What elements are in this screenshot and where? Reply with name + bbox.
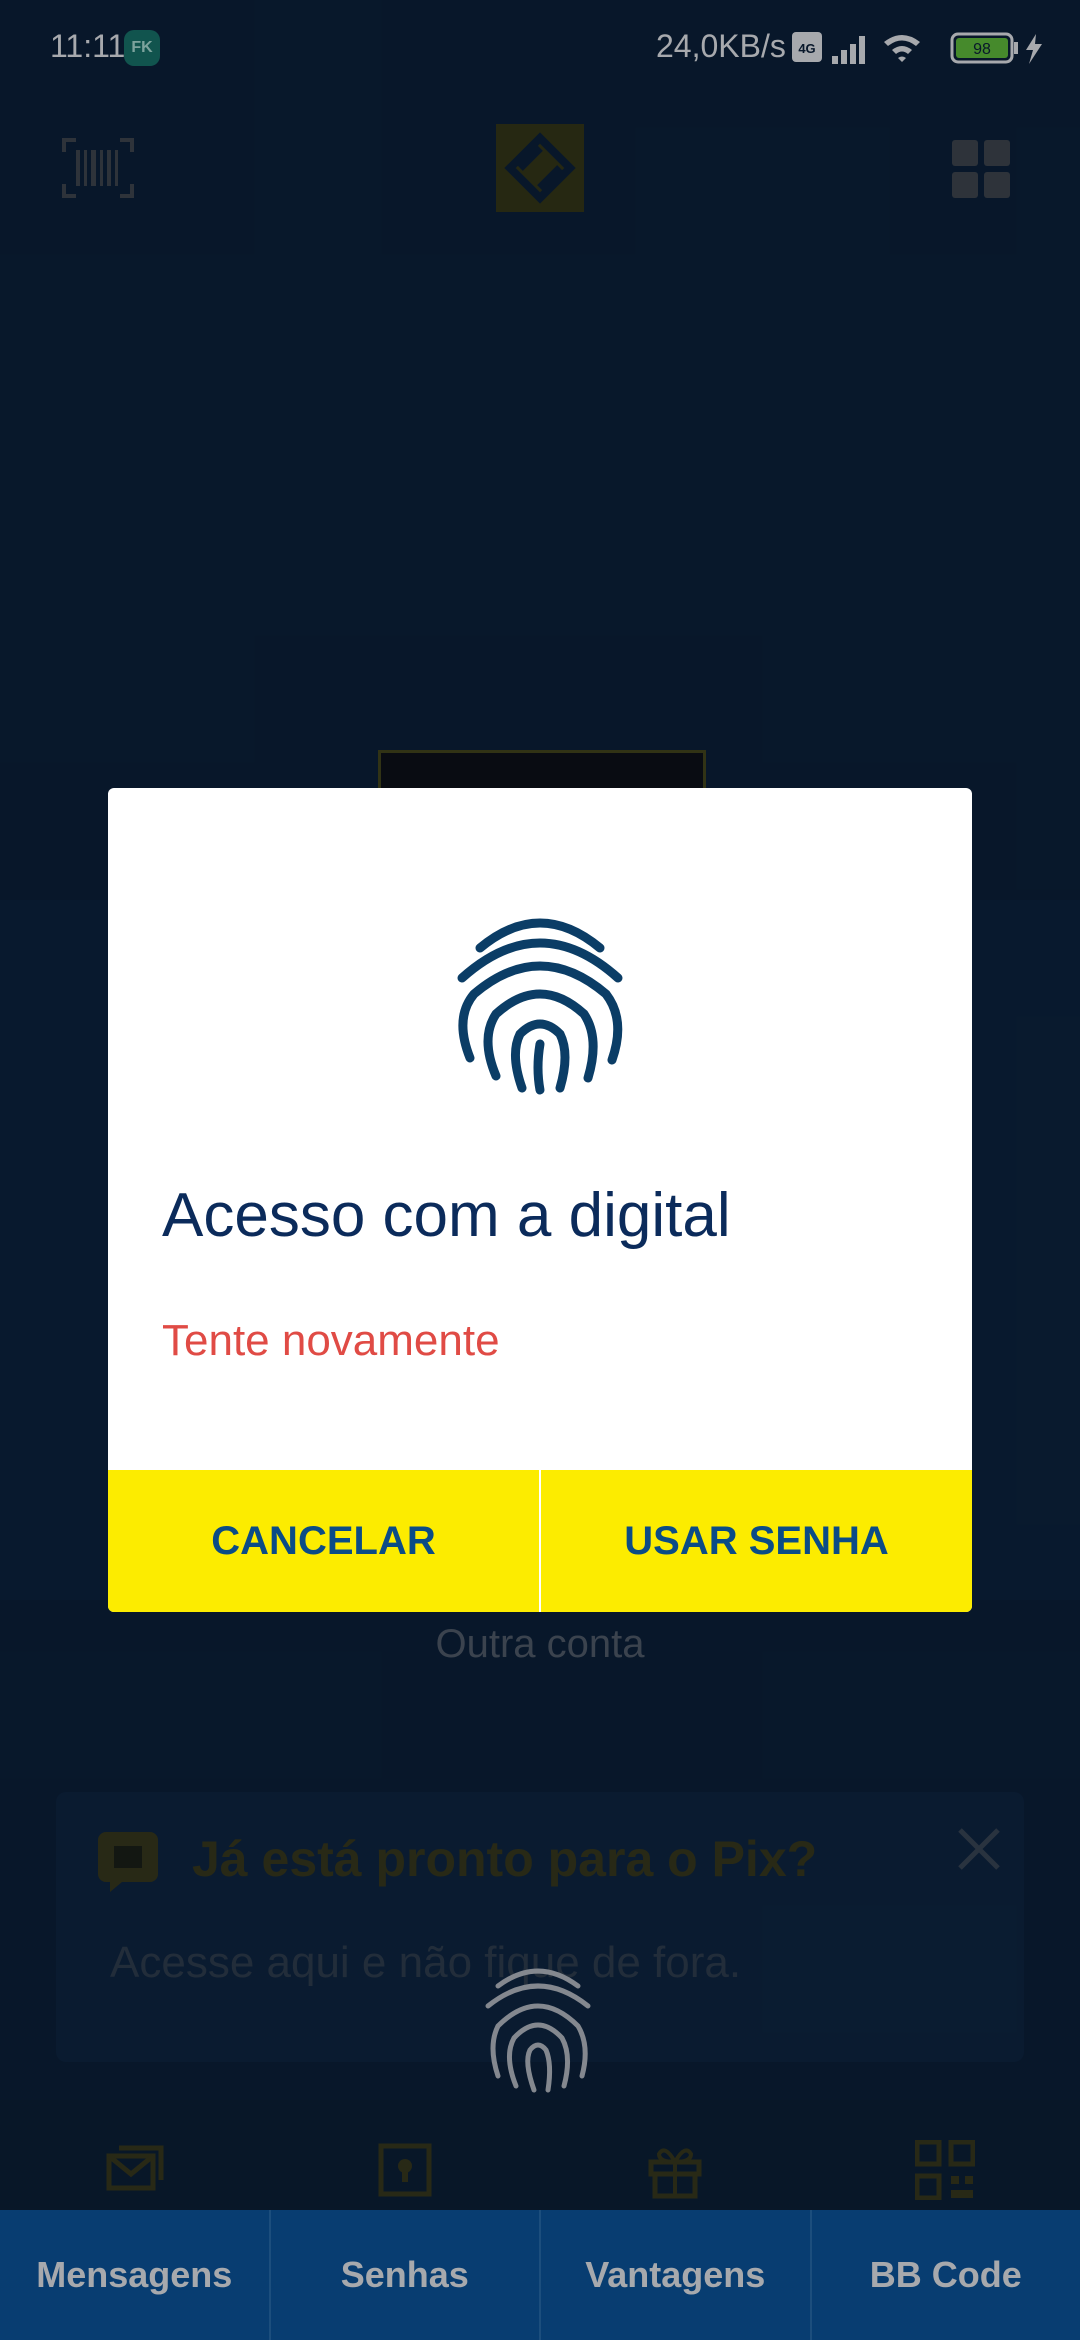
app-root: 11:11 FK 24,0KB/s 4G 98 Outra conta Já e… bbox=[0, 0, 1080, 2340]
use-password-button[interactable]: USAR SENHA bbox=[539, 1470, 972, 1612]
dialog-error-message: Tente novamente bbox=[162, 1316, 500, 1365]
dialog-title: Acesso com a digital bbox=[162, 1181, 731, 1250]
dialog-actions: CANCELAR USAR SENHA bbox=[108, 1470, 972, 1612]
fingerprint-dialog: Acesso com a digital Tente novamente CAN… bbox=[108, 788, 972, 1612]
fingerprint-icon bbox=[457, 918, 623, 1095]
cancel-button[interactable]: CANCELAR bbox=[108, 1470, 539, 1612]
